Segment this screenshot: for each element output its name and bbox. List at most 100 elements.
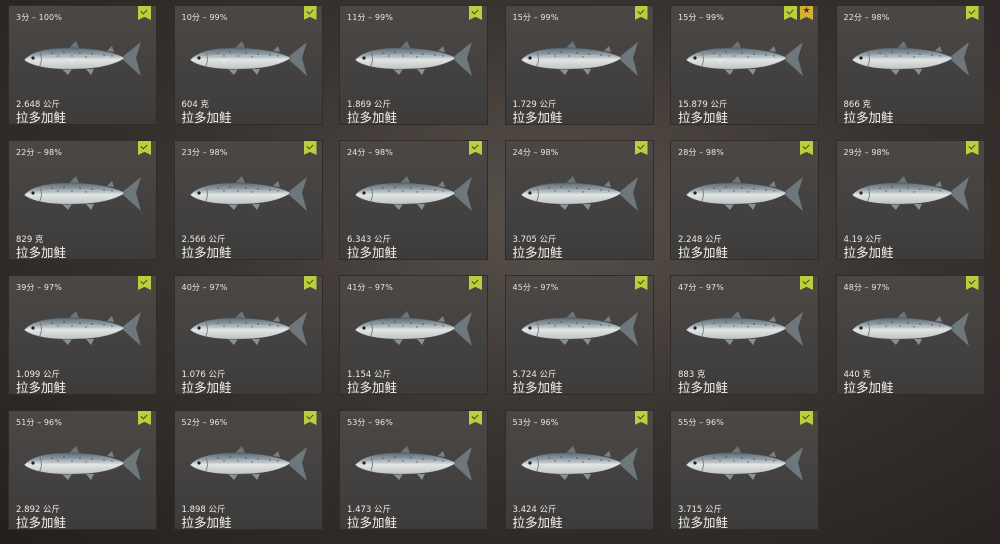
fish-name: 拉多加鲑 — [347, 515, 398, 530]
check-badge-icon — [965, 276, 979, 290]
salmon-icon — [520, 446, 638, 481]
fish-card[interactable]: 3分 – 100% 2.648 公斤 拉多加鲑 — [8, 5, 157, 125]
fish-card[interactable]: 51分 – 96% 2.892 公斤 拉多加鲑 — [8, 410, 157, 530]
fish-name: 拉多加鲑 — [512, 515, 563, 530]
check-badge-icon — [469, 411, 482, 425]
check-badge-icon — [965, 141, 979, 155]
fish-name: 拉多加鲑 — [843, 245, 894, 260]
salmon-icon — [354, 446, 472, 481]
fish-name: 拉多加鲑 — [181, 515, 232, 530]
salmon-icon — [354, 176, 472, 211]
check-badge-icon — [800, 411, 813, 425]
fish-card[interactable]: 11分 – 99% 1.869 公斤 拉多加鲑 — [339, 5, 488, 125]
fish-rank: 11分 – 99% — [347, 13, 393, 22]
salmon-icon — [23, 446, 141, 481]
fish-rank: 22分 – 98% — [16, 148, 62, 157]
salmon-icon — [685, 176, 803, 211]
fish-card[interactable]: 23分 – 98% 2.566 公斤 拉多加鲑 — [173, 140, 323, 260]
fish-card[interactable]: 41分 – 97% 1.154 公斤 拉多加鲑 — [339, 275, 488, 395]
salmon-icon — [520, 41, 638, 76]
fish-card[interactable]: 52分 – 96% 1.898 公斤 拉多加鲑 — [173, 410, 323, 530]
fish-rank: 15分 – 99% — [678, 13, 724, 22]
fish-rank: 48分 – 97% — [843, 283, 890, 292]
fish-rank: 51分 – 96% — [16, 418, 62, 427]
salmon-icon — [189, 311, 307, 346]
fish-card[interactable]: 39分 – 97% 1.099 公斤 拉多加鲑 — [8, 275, 157, 395]
salmon-icon — [851, 311, 969, 346]
salmon-icon — [354, 41, 472, 76]
fish-card[interactable]: 40分 – 97% 1.076 公斤 拉多加鲑 — [173, 275, 323, 395]
fish-rank: 3分 – 100% — [16, 13, 62, 22]
salmon-icon — [520, 311, 638, 346]
salmon-icon — [685, 311, 803, 346]
fish-name: 拉多加鲑 — [347, 380, 398, 395]
fish-card[interactable]: 22分 – 98% 866 克 拉多加鲑 — [835, 5, 985, 125]
salmon-icon — [520, 176, 638, 211]
fish-card[interactable]: 24分 – 98% 6.343 公斤 拉多加鲑 — [339, 140, 488, 260]
fish-name: 拉多加鲑 — [16, 380, 67, 395]
check-badge-icon — [634, 141, 648, 155]
fish-card[interactable]: 48分 – 97% 440 克 拉多加鲑 — [835, 275, 985, 395]
star-badge-icon — [800, 6, 813, 20]
fish-name: 拉多加鲑 — [16, 515, 67, 530]
check-badge-icon — [138, 6, 151, 20]
salmon-icon — [189, 176, 307, 211]
fish-name: 拉多加鲑 — [347, 245, 398, 260]
fish-card[interactable]: 28分 – 98% 2.248 公斤 拉多加鲑 — [670, 140, 819, 260]
fish-name: 拉多加鲑 — [843, 110, 894, 125]
fish-name: 拉多加鲑 — [512, 245, 563, 260]
fish-card[interactable]: 55分 – 96% 3.715 公斤 拉多加鲑 — [670, 410, 819, 530]
fish-rank: 29分 – 98% — [843, 148, 890, 157]
fish-name: 拉多加鲑 — [16, 245, 67, 260]
fish-card[interactable]: 22分 – 98% 829 克 拉多加鲑 — [8, 140, 157, 260]
fish-rank: 22分 – 98% — [843, 13, 890, 22]
salmon-icon — [851, 176, 969, 211]
fish-rank: 10分 – 99% — [181, 13, 228, 22]
fish-name: 拉多加鲑 — [181, 245, 232, 260]
fish-card[interactable]: 24分 – 98% 3.705 公斤 拉多加鲑 — [504, 140, 654, 260]
fish-name: 拉多加鲑 — [843, 380, 894, 395]
check-badge-icon — [138, 411, 151, 425]
check-badge-icon — [303, 276, 317, 290]
fish-card[interactable]: 15分 – 99% 15.879 公斤 拉多加鲑 — [670, 5, 819, 125]
fish-rank: 47分 – 97% — [678, 283, 724, 292]
fish-rank: 55分 – 96% — [678, 418, 724, 427]
fish-rank: 53分 – 96% — [512, 418, 559, 427]
fish-rank: 15分 – 99% — [512, 13, 559, 22]
fish-name: 拉多加鲑 — [181, 380, 232, 395]
fish-rank: 28分 – 98% — [678, 148, 724, 157]
fish-card[interactable]: 53分 – 96% 1.473 公斤 拉多加鲑 — [339, 410, 488, 530]
fish-card[interactable]: 15分 – 99% 1.729 公斤 拉多加鲑 — [504, 5, 654, 125]
check-badge-icon — [469, 6, 482, 20]
fish-name: 拉多加鲑 — [678, 110, 729, 125]
salmon-icon — [685, 446, 803, 481]
fish-rank: 40分 – 97% — [181, 283, 228, 292]
salmon-icon — [189, 41, 307, 76]
fish-card[interactable]: 53分 – 96% 3.424 公斤 拉多加鲑 — [504, 410, 654, 530]
check-badge-icon — [634, 6, 648, 20]
salmon-icon — [23, 176, 141, 211]
check-badge-icon — [800, 276, 813, 290]
salmon-icon — [23, 41, 141, 76]
check-badge-icon — [634, 276, 648, 290]
fish-name: 拉多加鲑 — [347, 110, 398, 125]
fish-rank: 24分 – 98% — [512, 148, 559, 157]
fish-name: 拉多加鲑 — [16, 110, 67, 125]
fish-rank: 53分 – 96% — [347, 418, 393, 427]
check-badge-icon — [303, 6, 317, 20]
check-badge-icon — [784, 6, 797, 20]
fish-card[interactable]: 29分 – 98% 4.19 公斤 拉多加鲑 — [835, 140, 985, 260]
fish-card[interactable]: 10分 – 99% 604 克 拉多加鲑 — [173, 5, 323, 125]
salmon-icon — [851, 41, 969, 76]
fish-name: 拉多加鲑 — [181, 110, 232, 125]
fish-card[interactable]: 45分 – 97% 5.724 公斤 拉多加鲑 — [504, 275, 654, 395]
check-badge-icon — [138, 276, 151, 290]
fish-rank: 41分 – 97% — [347, 283, 393, 292]
fish-card[interactable]: 47分 – 97% 883 克 拉多加鲑 — [670, 275, 819, 395]
fish-trophy-grid: 3分 – 100% 2.648 公斤 拉多加鲑 10分 – 99% 604 克 … — [8, 5, 992, 540]
fish-rank: 39分 – 97% — [16, 283, 62, 292]
check-badge-icon — [303, 411, 317, 425]
check-badge-icon — [469, 276, 482, 290]
fish-name: 拉多加鲑 — [678, 515, 729, 530]
salmon-icon — [685, 41, 803, 76]
